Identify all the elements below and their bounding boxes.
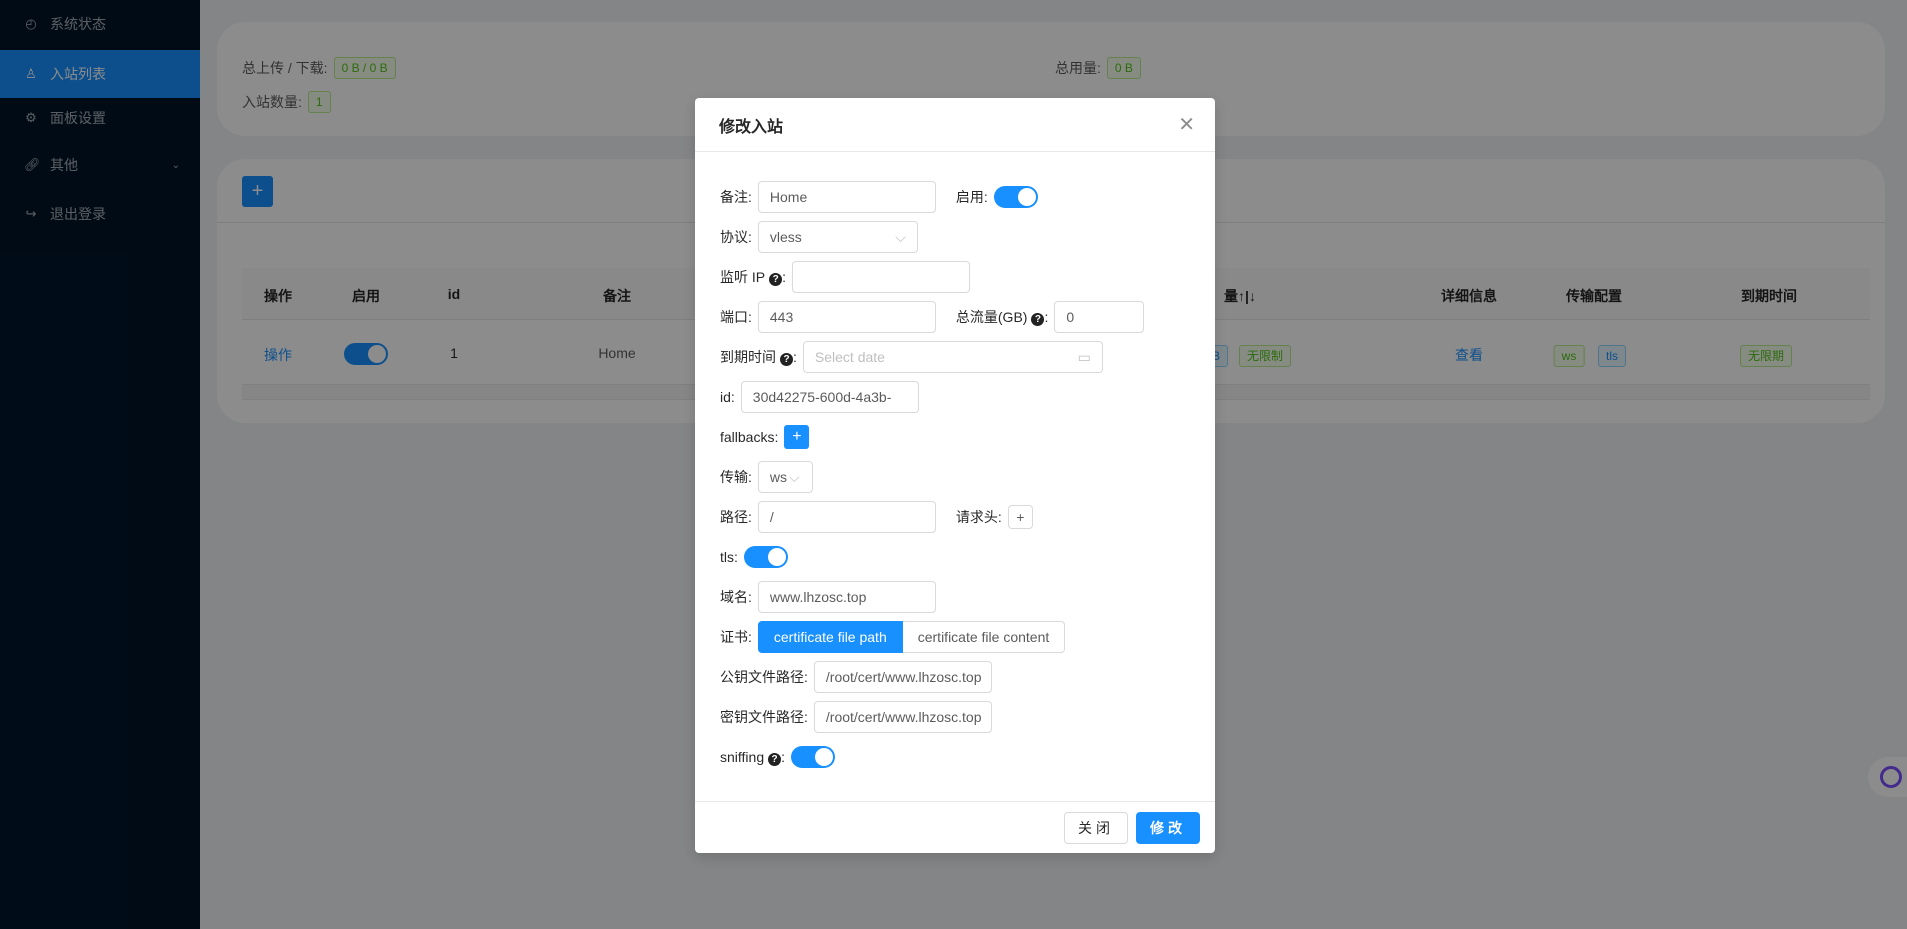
total-label: 总流量(GB)?: <box>955 309 1049 326</box>
tls-label: tls: <box>720 549 738 565</box>
transport-value: ws <box>769 469 788 485</box>
enable-label: 启用: <box>955 189 988 205</box>
help-icon[interactable]: ? <box>780 353 793 366</box>
close-button[interactable]: 关闭 <box>1064 812 1128 844</box>
pubkey-label: 公钥文件路径: <box>720 669 808 685</box>
modal-title: 修改入站 <box>719 118 784 136</box>
domain-input[interactable]: www.lhzosc.top <box>757 581 936 613</box>
total-traffic-input[interactable]: 0 <box>1054 301 1145 333</box>
listen-ip-input[interactable] <box>792 261 971 293</box>
sniffing-toggle[interactable] <box>791 746 835 768</box>
expiry-label: 到期时间?: <box>720 349 797 366</box>
plus-icon: + <box>792 428 802 445</box>
expiry-date-picker[interactable]: Select date ▭ <box>802 341 1103 373</box>
id-label: id: <box>720 389 735 405</box>
path-input[interactable]: / <box>757 501 936 533</box>
date-placeholder: Select date <box>814 349 885 365</box>
port-input[interactable]: 443 <box>757 301 936 333</box>
remark-label: 备注: <box>720 189 752 205</box>
fallbacks-label: fallbacks: <box>720 429 779 445</box>
pubkey-path-input[interactable]: /root/cert/www.lhzosc.top <box>813 661 992 693</box>
path-label: 路径: <box>720 509 752 525</box>
protocol-value: vless <box>769 229 802 245</box>
sniffing-label: sniffing?: <box>720 748 785 766</box>
add-fallback-button[interactable]: + <box>784 425 810 449</box>
add-header-button[interactable]: + <box>1007 505 1033 529</box>
edit-inbound-modal: 修改入站 ✕ 备注: Home 启用: 协议: vless ⌵ 监听 IP?: 端口:… <box>695 98 1215 853</box>
help-icon[interactable]: ? <box>769 273 783 286</box>
header-label: 请求头: <box>955 509 1002 525</box>
enable-toggle[interactable] <box>993 186 1038 208</box>
tls-toggle[interactable] <box>743 546 788 568</box>
id-input[interactable]: 30d42275-600d-4a3b- <box>740 381 919 413</box>
close-icon[interactable]: ✕ <box>1178 112 1195 137</box>
cert-file-content-option[interactable]: certificate file content <box>902 621 1066 653</box>
domain-label: 域名: <box>720 589 752 605</box>
chevron-down-icon: ⌵ <box>895 228 906 245</box>
privkey-label: 密钥文件路径: <box>720 709 808 725</box>
protocol-label: 协议: <box>720 229 752 245</box>
help-icon[interactable]: ? <box>1031 313 1045 326</box>
protocol-select[interactable]: vless ⌵ <box>757 221 918 253</box>
plus-icon: + <box>1016 509 1025 525</box>
remark-input[interactable]: Home <box>757 181 936 213</box>
listen-label: 监听 IP?: <box>720 269 787 286</box>
port-label: 端口: <box>720 309 752 325</box>
privkey-path-input[interactable]: /root/cert/www.lhzosc.top <box>813 701 992 733</box>
cert-label: 证书: <box>720 629 752 645</box>
transport-select[interactable]: ws ⌵ <box>757 461 813 493</box>
cert-file-path-option[interactable]: certificate file path <box>757 621 903 653</box>
help-icon[interactable]: ? <box>768 752 782 766</box>
calendar-icon: ▭ <box>1077 348 1091 365</box>
submit-button[interactable]: 修改 <box>1136 812 1200 844</box>
chevron-down-icon: ⌵ <box>789 468 800 485</box>
transport-label: 传输: <box>720 469 752 485</box>
modal-footer: 关闭 修改 <box>695 801 1215 853</box>
